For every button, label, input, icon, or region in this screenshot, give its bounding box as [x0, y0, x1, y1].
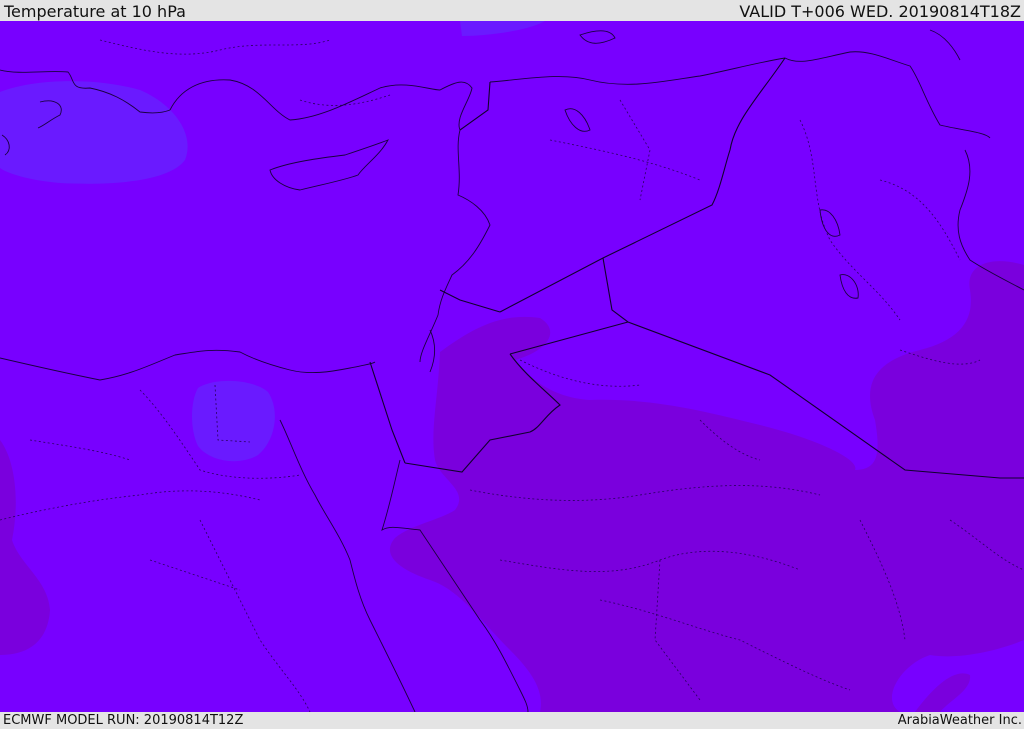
map-title: Temperature at 10 hPa — [4, 2, 186, 21]
cool-patch-egypt — [192, 380, 275, 462]
map-header: Temperature at 10 hPa VALID T+006 WED. 2… — [0, 0, 1024, 21]
valid-time: VALID T+006 WED. 20190814T18Z — [739, 2, 1021, 21]
map-footer: ECMWF MODEL RUN: 20190814T12Z ArabiaWeat… — [0, 712, 1024, 729]
temperature-map-svg — [0, 21, 1024, 712]
model-run: ECMWF MODEL RUN: 20190814T12Z — [3, 712, 244, 728]
credit-label: ArabiaWeather Inc. — [897, 712, 1022, 728]
map-canvas[interactable] — [0, 21, 1024, 712]
